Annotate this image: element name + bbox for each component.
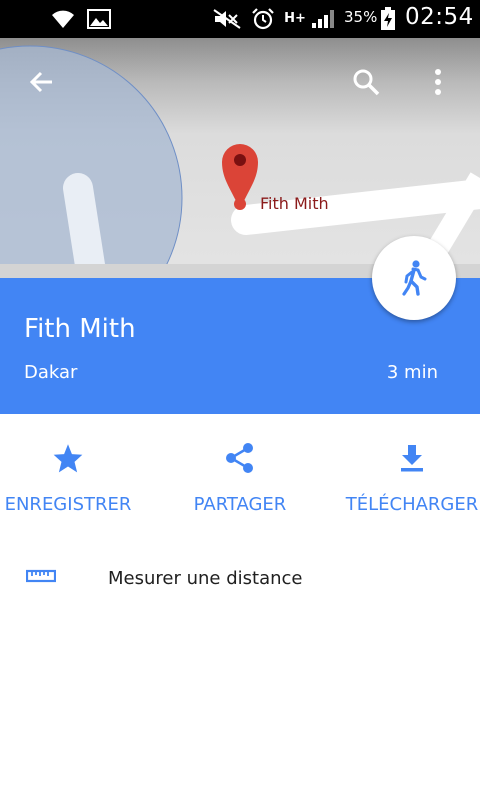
travel-time: 3 min [386, 362, 438, 383]
walking-icon [402, 260, 427, 296]
save-button[interactable]: ENREGISTRER [0, 414, 136, 534]
back-button[interactable] [20, 60, 64, 104]
battery-charging-icon [378, 7, 398, 31]
ruler-icon [25, 568, 57, 588]
photo-icon [86, 7, 112, 31]
map-place-label: Fith Mith [260, 194, 329, 213]
search-icon [353, 69, 380, 96]
mute-icon [212, 7, 242, 31]
more-vert-icon [435, 69, 441, 95]
share-icon [224, 442, 256, 474]
star-icon [52, 442, 84, 474]
map-pin-icon[interactable] [222, 144, 258, 210]
place-title: Fith Mith [24, 314, 136, 344]
status-bar: H+ 35% 02:54 [0, 0, 480, 38]
place-actions: ENREGISTRER PARTAGER TÉLÉCHARGER [0, 414, 480, 534]
download-icon [396, 442, 428, 474]
clock: 02:54 [405, 4, 474, 30]
measure-distance-label: Mesurer une distance [108, 568, 303, 589]
alarm-icon [250, 7, 276, 31]
search-button[interactable] [344, 60, 388, 104]
save-label: ENREGISTRER [4, 494, 132, 515]
wifi-icon [50, 7, 76, 31]
download-button[interactable]: TÉLÉCHARGER [344, 414, 480, 534]
download-label: TÉLÉCHARGER [345, 494, 479, 515]
measure-distance-item[interactable]: Mesurer une distance [0, 548, 480, 612]
more-options-button[interactable] [416, 60, 460, 104]
walking-directions-button[interactable] [372, 236, 456, 320]
network-type-icon: H+ [284, 11, 306, 26]
share-label: PARTAGER [193, 494, 287, 515]
back-arrow-icon [29, 71, 52, 93]
share-button[interactable]: PARTAGER [180, 414, 300, 534]
signal-icon [310, 7, 336, 31]
place-subtitle: Dakar [24, 362, 78, 383]
battery-percent: 35% [344, 8, 378, 26]
